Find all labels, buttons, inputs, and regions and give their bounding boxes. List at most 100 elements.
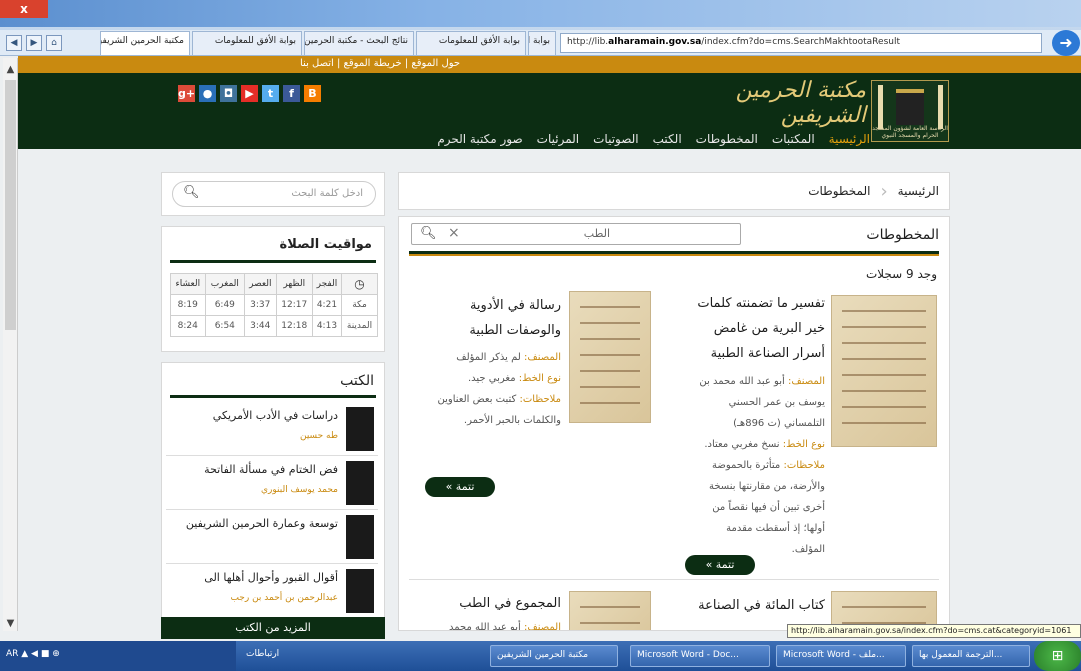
filter-input[interactable]: 🔍︎ × الطب	[411, 223, 741, 245]
browser-tab[interactable]: بوابة الأفق للمعلومات	[192, 31, 302, 55]
youtube-icon[interactable]: ▶	[241, 85, 258, 102]
more-button[interactable]: « تتمة	[685, 555, 755, 575]
meta-value: المؤلف.	[791, 544, 825, 555]
more-books-button[interactable]: المزيد من الكتب	[161, 617, 385, 639]
book-author[interactable]: محمد يوسف البنوري	[261, 485, 338, 495]
taskbar-item[interactable]: مكتبة الحرمين الشريفين	[490, 645, 618, 667]
browser-tab-active[interactable]: مكتبة الحرمين الشريفين	[100, 31, 190, 55]
clear-icon[interactable]: ×	[448, 225, 460, 241]
nav-item[interactable]: المخطوطات	[696, 132, 758, 146]
googleplus-icon[interactable]: g+	[178, 85, 195, 102]
meta-value: والأرضة، من مقارنتها بنسخة	[708, 481, 825, 492]
book-item[interactable]: دراسات في الأدب الأمريكي طه حسين	[166, 403, 378, 456]
meta-value: كتبت بعض العناوين	[437, 394, 520, 405]
book-title[interactable]: دراسات في الأدب الأمريكي	[213, 409, 338, 422]
prayer-city: المدينة	[341, 315, 378, 337]
meta-line: المصنف: لم يذكر المؤلف	[437, 347, 561, 368]
book-cover[interactable]	[346, 407, 374, 451]
kaaba-logo-icon[interactable]: الرئاسة العامة لشؤون المسجد الحرام والمس…	[871, 80, 949, 142]
forward-icon[interactable]: ▶	[26, 35, 42, 51]
instagram-icon[interactable]: ◘	[220, 85, 237, 102]
divider	[409, 579, 939, 580]
book-cover[interactable]	[346, 515, 374, 559]
book-cover[interactable]	[346, 569, 374, 613]
manuscript-title[interactable]: رسالة في الأدوية والوصفات الطبية	[441, 293, 561, 343]
scroll-up-icon[interactable]: ▲	[3, 64, 18, 75]
taskbar-item[interactable]: Microsoft Word - ملف...	[776, 645, 906, 667]
search-icon[interactable]: 🔍︎	[420, 226, 437, 241]
more-label: تتمة	[455, 480, 475, 493]
book-author[interactable]: طه حسين	[300, 431, 338, 441]
facebook-icon[interactable]: f	[283, 85, 300, 102]
book-item[interactable]: أقوال القبور وأحوال أهلها الى عبدالرحمن ب…	[166, 565, 378, 618]
title-line[interactable]: رسالة في الأدوية	[441, 293, 561, 318]
blogger-icon[interactable]: B	[304, 85, 321, 102]
book-title[interactable]: توسعة وعمارة الحرمين الشريفين	[186, 517, 338, 530]
title-line[interactable]: خير البرية من غامض	[685, 316, 825, 341]
browser-tab[interactable]: بوابة الأفق للمعلومات	[528, 31, 556, 55]
meta-value: مغربي جيد.	[467, 373, 519, 384]
window-titlebar	[0, 0, 1081, 27]
book-item[interactable]: فض الختام في مسألة الفاتحة محمد يوسف البن…	[166, 457, 378, 510]
logo-caption: الرئاسة العامة لشؤون المسجد الحرام والمس…	[872, 125, 948, 139]
browser-tab[interactable]: نتائج البحث - مكتبة الحرمين	[304, 31, 414, 55]
prayer-time: 4:13	[311, 315, 343, 337]
nav-item[interactable]: المرئيات	[537, 132, 579, 146]
nav-item[interactable]: المكتبات	[772, 132, 815, 146]
start-button-icon[interactable]: ⊞	[1034, 641, 1081, 671]
breadcrumb-home[interactable]: الرئيسية	[898, 184, 939, 198]
meta-key: المصنف:	[787, 376, 825, 387]
address-bar[interactable]: http://lib.alharamain.gov.sa/index.cfm?d…	[560, 33, 1042, 53]
search-input[interactable]: ادخل كلمة البحث 🔍︎	[172, 181, 376, 207]
book-title[interactable]: أقوال القبور وأحوال أهلها الى	[204, 571, 338, 584]
go-arrow-icon[interactable]: ➜	[1052, 30, 1080, 56]
page-scrollbar[interactable]: ▲ ▼	[3, 58, 18, 631]
prayer-time: 3:44	[244, 315, 277, 337]
meta-key: ملاحظات:	[519, 394, 561, 405]
manuscript-title[interactable]: كتاب المائة في الصناعة	[675, 593, 825, 618]
breadcrumb: الرئيسية ‹ المخطوطات	[398, 172, 950, 210]
title-line[interactable]: والوصفات الطبية	[441, 318, 561, 343]
scrollbar-thumb[interactable]	[5, 80, 16, 330]
prayer-time: 6:49	[204, 294, 246, 316]
back-icon[interactable]: ◀	[6, 35, 22, 51]
meta-line: ملاحظات: متأثرة بالحموضة	[685, 455, 825, 476]
title-line[interactable]: تفسير ما تضمنته كلمات	[685, 291, 825, 316]
books-title: الكتب	[340, 373, 374, 389]
more-button[interactable]: « تتمة	[425, 477, 495, 497]
book-author[interactable]: عبدالرحمن بن أحمد بن رجب	[230, 593, 338, 603]
flickr-icon[interactable]: ●	[199, 85, 216, 102]
taskbar-item[interactable]: الترجمة المعمول بها...	[912, 645, 1030, 667]
nav-item[interactable]: الصوتيات	[593, 132, 639, 146]
meta-key: نوع الخط:	[782, 439, 825, 450]
scroll-down-icon[interactable]: ▼	[3, 618, 18, 629]
search-icon[interactable]: 🔍︎	[183, 185, 200, 200]
topbar-links[interactable]: حول الموقع | خريطة الموقع | اتصل بنا	[300, 58, 460, 69]
meta-value: أبو عبد الله محمد	[448, 622, 524, 631]
book-title[interactable]: فض الختام في مسألة الفاتحة	[204, 463, 338, 476]
book-item[interactable]: توسعة وعمارة الحرمين الشريفين	[166, 511, 378, 564]
manuscript-thumbnail[interactable]	[569, 291, 651, 423]
site-logo-text[interactable]: مكتبة الحرمين الشريفين	[716, 78, 866, 128]
browser-tab[interactable]: بوابة الأفق للمعلومات	[416, 31, 526, 55]
book-cover[interactable]	[346, 461, 374, 505]
manuscript-title[interactable]: تفسير ما تضمنته كلمات خير البرية من غامض…	[685, 291, 825, 366]
prayer-header: الظهر	[275, 273, 313, 295]
home-icon[interactable]: ⌂	[46, 35, 62, 51]
window-close-button[interactable]: x	[0, 0, 48, 18]
nav-item[interactable]: الكتب	[653, 132, 682, 146]
taskbar-item[interactable]: ارتباطات	[240, 645, 420, 667]
nav-item[interactable]: صور مكتبة الحرم	[437, 132, 522, 146]
system-tray[interactable]: AR ▲ ◀ ■ ⊕	[0, 641, 236, 671]
manuscript-title[interactable]: المجموع في الطب	[441, 591, 561, 616]
meta-value: يوسف بن عمر الحسني	[728, 397, 825, 408]
title-line[interactable]: أسرار الصناعة الطبية	[685, 341, 825, 366]
divider	[409, 254, 939, 256]
taskbar-item[interactable]: Microsoft Word - Doc...	[630, 645, 770, 667]
manuscript-meta: المصنف: أبو عبد الله محمد بن يوسف بن عمر …	[685, 371, 825, 560]
twitter-icon[interactable]: t	[262, 85, 279, 102]
manuscript-thumbnail[interactable]	[831, 295, 937, 447]
meta-line: ملاحظات: كتبت بعض العناوين	[437, 389, 562, 410]
manuscript-thumbnail[interactable]	[569, 591, 651, 630]
nav-item[interactable]: الرئيسية	[829, 132, 870, 146]
